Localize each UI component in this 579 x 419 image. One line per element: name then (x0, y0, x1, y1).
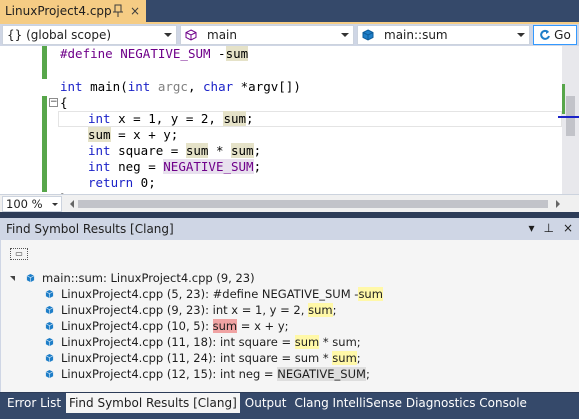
go-button-label: Go (554, 28, 571, 42)
scope-dropdown-value: {} (global scope) (7, 28, 112, 42)
go-icon (540, 29, 551, 40)
code-line: sum = x + y; (88, 127, 179, 142)
fold-collapse-icon[interactable]: − (49, 98, 58, 107)
zoom-level: 100 % (6, 197, 43, 211)
variable-cube-icon (45, 289, 54, 298)
variable-cube-icon (45, 353, 54, 362)
bottom-tab[interactable]: Find Symbol Results [Clang] (66, 393, 240, 413)
variable-cube-icon (45, 321, 54, 330)
go-button[interactable]: Go (533, 25, 577, 45)
auto-hide-pin-icon[interactable]: ⊥ (543, 221, 553, 235)
result-code-tail: ; (365, 367, 370, 381)
close-icon[interactable]: × (563, 221, 573, 235)
document-tab-strip: LinuxProject4.cpp × (0, 0, 579, 24)
result-match: sum (332, 351, 357, 365)
change-marker (42, 46, 47, 79)
result-code-tail: ; (356, 351, 361, 365)
code-line: int x = 1, y = 2, sum; (88, 111, 254, 126)
result-location: LinuxProject4.cpp (11, 24): (61, 351, 220, 365)
close-tab-icon[interactable]: × (130, 4, 140, 18)
tool-window-title-bar: Find Symbol Results [Clang] ▾ ⊥ × (0, 218, 579, 240)
document-tab[interactable]: LinuxProject4.cpp × (0, 0, 146, 22)
horizontal-scrollbar-thumb[interactable] (78, 200, 548, 208)
editor-status-strip: 100 % (0, 194, 579, 212)
member-dropdown-value: main::sum (384, 28, 448, 42)
code-line: int square = sum * sum; (88, 143, 262, 158)
result-code-tail: = x + y; (237, 319, 289, 333)
result-location: LinuxProject4.cpp (11, 18): (61, 335, 220, 349)
result-code: int x = 1, y = 2, (212, 303, 309, 317)
tool-window-title: Find Symbol Results [Clang] (6, 222, 174, 236)
expand-arrow-icon[interactable] (10, 275, 15, 281)
pin-icon[interactable] (113, 4, 123, 18)
result-code: int square = (219, 335, 295, 349)
result-code-tail: ; (332, 303, 337, 317)
result-location: LinuxProject4.cpp (12, 15): (61, 367, 220, 381)
scrollbar-change-mark (562, 84, 565, 114)
result-location: LinuxProject4.cpp (9, 23): (61, 303, 213, 317)
function-dropdown-value: main (207, 28, 237, 42)
result-code-tail: * sum; (319, 335, 361, 349)
result-match: sum (212, 319, 238, 333)
result-row[interactable]: LinuxProject4.cpp (10, 5): sum = x + y; (45, 318, 289, 334)
window-position-dropdown-icon[interactable]: ▾ (528, 221, 534, 235)
result-match: sum (358, 287, 383, 301)
result-row[interactable]: LinuxProject4.cpp (11, 24): int square =… (45, 350, 361, 366)
bottom-tab[interactable]: Error List (4, 393, 64, 413)
function-cube-icon (185, 29, 197, 41)
change-marker (42, 96, 47, 192)
chevron-down-icon (517, 33, 525, 37)
code-line: { (60, 95, 68, 110)
code-line: int neg = NEGATIVE_SUM; (88, 159, 262, 174)
chevron-down-icon (52, 203, 58, 206)
function-dropdown[interactable]: main (180, 25, 354, 45)
result-code: int square = sum * (219, 351, 333, 365)
scroll-left-icon[interactable] (70, 200, 74, 208)
result-match: sum (308, 303, 333, 317)
code-line: return 0; (88, 175, 156, 190)
result-row[interactable]: LinuxProject4.cpp (5, 23): #define NEGAT… (45, 286, 383, 302)
variable-cube-icon (45, 369, 54, 378)
scope-dropdown[interactable]: {} (global scope) (2, 25, 177, 45)
document-tab-title: LinuxProject4.cpp (5, 4, 112, 18)
member-dropdown[interactable]: main::sum (357, 25, 530, 45)
chevron-down-icon (164, 33, 172, 37)
code-editor[interactable]: − #define NEGATIVE_SUM -sum int main(int… (0, 46, 579, 194)
result-code: #define NEGATIVE_SUM - (212, 287, 359, 301)
result-code: int neg = (219, 367, 278, 381)
zoom-dropdown[interactable]: 100 % (2, 196, 62, 212)
tree-root-node[interactable]: main::sum: LinuxProject4.cpp (9, 23) (10, 270, 255, 286)
result-location: LinuxProject4.cpp (10, 5): (61, 319, 213, 333)
variable-cube-icon (45, 305, 54, 314)
result-match: NEGATIVE_SUM (277, 367, 366, 381)
code-line: #define NEGATIVE_SUM -sum (60, 46, 249, 61)
scrollbar-caret-mark (558, 116, 579, 118)
collapse-all-icon[interactable]: ▭ (10, 248, 28, 260)
variable-cube-icon (45, 337, 54, 346)
bottom-tab[interactable]: Output (242, 393, 290, 413)
result-row[interactable]: LinuxProject4.cpp (12, 15): int neg = NE… (45, 366, 370, 382)
navigation-bar: {} (global scope) main main::sum Go (0, 24, 579, 46)
find-symbol-results-tree[interactable]: main::sum: LinuxProject4.cpp (9, 23) Lin… (0, 268, 579, 392)
result-match: sum (294, 335, 320, 349)
scroll-right-icon[interactable] (556, 200, 560, 208)
tool-window-tab-strip: Error List Find Symbol Results [Clang] Out… (0, 393, 579, 419)
tool-window-toolbar: ▭ (0, 240, 579, 268)
variable-cube-icon (26, 273, 35, 282)
result-location: LinuxProject4.cpp (5, 23): (61, 287, 213, 301)
bottom-tab[interactable]: Clang IntelliSense Diagnostics Console (291, 393, 529, 413)
tree-root-label: main::sum: LinuxProject4.cpp (9, 23) (42, 271, 255, 285)
result-row[interactable]: LinuxProject4.cpp (11, 18): int square =… (45, 334, 361, 350)
result-row[interactable]: LinuxProject4.cpp (9, 23): int x = 1, y … (45, 302, 336, 318)
variable-cube-icon (362, 29, 374, 41)
editor-vertical-scrollbar[interactable] (558, 46, 579, 194)
code-line: int main(int argc, char *argv[]) (60, 79, 301, 94)
chevron-down-icon (341, 33, 349, 37)
